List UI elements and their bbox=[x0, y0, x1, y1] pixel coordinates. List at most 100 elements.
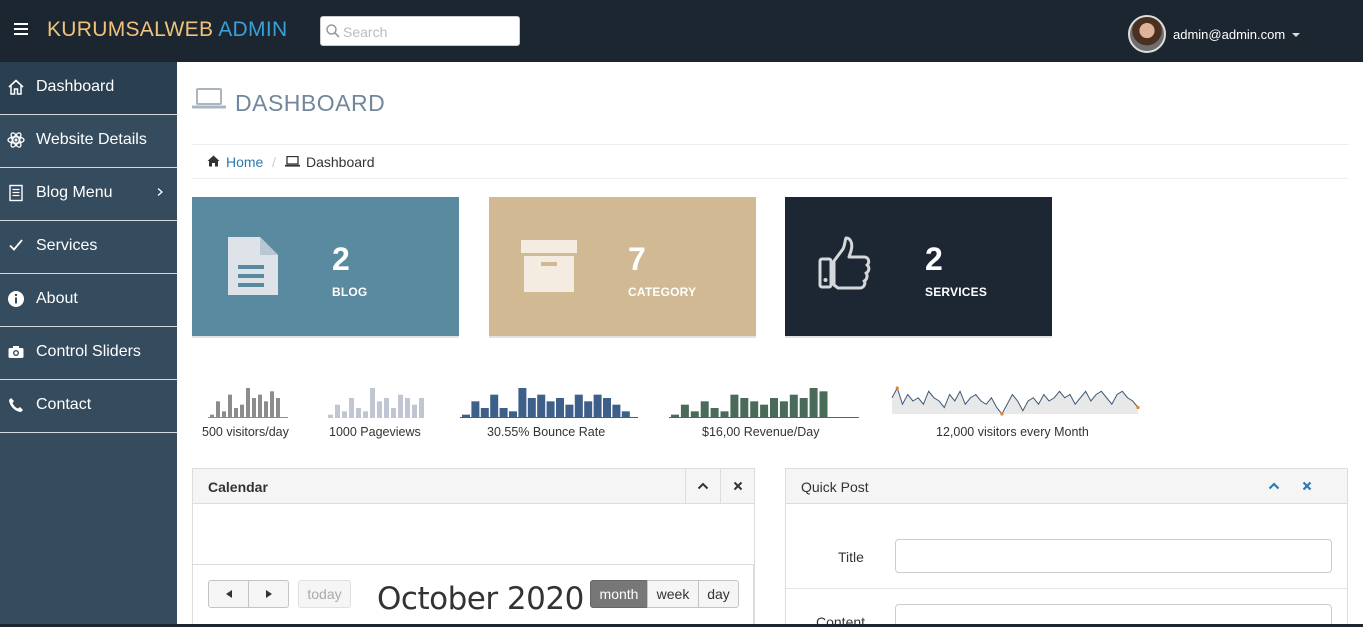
sparkline-monthly-visitors bbox=[891, 386, 1140, 416]
sparkline-bar bbox=[216, 401, 220, 418]
today-button[interactable]: today bbox=[298, 580, 351, 608]
laptop-icon bbox=[192, 88, 226, 109]
top-navbar: KURUMSALWEB ADMIN admin@admin.com bbox=[0, 0, 1363, 62]
stat-label: 1000 Pageviews bbox=[329, 425, 421, 439]
laptop-icon bbox=[285, 156, 300, 167]
sidebar-item-about[interactable]: About bbox=[0, 274, 177, 327]
info-circle-icon bbox=[8, 291, 24, 307]
sparkline-bar bbox=[228, 394, 232, 418]
search-input[interactable] bbox=[343, 22, 513, 42]
calendar-divider bbox=[193, 564, 754, 565]
sidebar-item-label: Dashboard bbox=[36, 78, 115, 95]
sparkline-bar bbox=[356, 408, 361, 418]
collapse-button[interactable] bbox=[685, 469, 720, 503]
sparkline-point bbox=[1136, 405, 1140, 410]
triangle-right-icon bbox=[265, 590, 272, 598]
title-label: Title bbox=[838, 549, 864, 565]
camera-icon bbox=[8, 346, 24, 358]
sparkline-bar bbox=[240, 404, 244, 418]
close-button[interactable] bbox=[720, 469, 755, 503]
chevron-right-icon bbox=[157, 188, 163, 196]
sparkline-bar bbox=[276, 398, 280, 418]
sparkline-bounce-rate bbox=[460, 388, 638, 418]
page-title-text: DASHBOARD bbox=[235, 90, 386, 116]
sparkline-point bbox=[895, 386, 899, 390]
stat-tile-blog[interactable]: 2 BLOG bbox=[192, 197, 459, 338]
tile-label: CATEGORY bbox=[628, 285, 697, 299]
sparkline-bar bbox=[584, 401, 593, 418]
brand-suffix: ADMIN bbox=[218, 18, 288, 41]
sparkline-bar bbox=[740, 398, 749, 418]
sparkline-bar bbox=[556, 398, 564, 418]
sparkline-bar bbox=[603, 398, 611, 418]
sidebar-item-website-details[interactable]: Website Details bbox=[0, 115, 177, 168]
sparkline-bar bbox=[499, 408, 508, 418]
document-icon bbox=[9, 184, 23, 202]
sparkline-bar bbox=[342, 411, 347, 418]
sparkline-bar bbox=[819, 391, 828, 418]
sidebar-item-blog-menu[interactable]: Blog Menu bbox=[0, 168, 177, 221]
search-icon bbox=[326, 24, 340, 38]
calendar-month-title: October 2020 bbox=[377, 581, 584, 617]
next-month-button[interactable] bbox=[248, 580, 289, 608]
sparkline-bar bbox=[370, 388, 375, 418]
menu-toggle-icon[interactable] bbox=[14, 23, 28, 37]
sparkline-bar bbox=[335, 404, 340, 418]
chevron-up-icon bbox=[1268, 482, 1280, 490]
view-week-button[interactable]: week bbox=[647, 580, 699, 608]
tile-count: 2 bbox=[925, 241, 943, 277]
sparkline-bar bbox=[565, 404, 574, 418]
sparkline-bar bbox=[518, 388, 527, 418]
sparkline-revenue bbox=[669, 388, 859, 418]
stat-tile-services[interactable]: 2 SERVICES bbox=[785, 197, 1052, 338]
sparkline-bar bbox=[789, 394, 798, 418]
sidebar-item-label: Contact bbox=[36, 396, 92, 413]
sparkline-bar bbox=[809, 388, 818, 418]
sparkline-bar bbox=[471, 401, 480, 418]
title-input[interactable] bbox=[895, 539, 1332, 573]
sidebar-item-label: Services bbox=[36, 237, 98, 254]
chevron-up-icon bbox=[697, 482, 709, 490]
sparkline-bar bbox=[593, 394, 602, 418]
view-month-button[interactable]: month bbox=[590, 580, 648, 608]
sidebar-item-label: Website Details bbox=[36, 131, 147, 148]
sparkline-bar bbox=[779, 401, 788, 418]
sparkline-bar bbox=[700, 401, 709, 418]
close-icon bbox=[733, 481, 743, 491]
view-day-button[interactable]: day bbox=[698, 580, 739, 608]
sidebar-item-dashboard[interactable]: Dashboard bbox=[0, 62, 177, 115]
sparkline-bar bbox=[537, 394, 546, 418]
avatar[interactable] bbox=[1128, 15, 1166, 53]
sparkline-bar bbox=[246, 388, 250, 418]
breadcrumb-home-link[interactable]: Home bbox=[226, 154, 263, 170]
sidebar-item-control-sliders[interactable]: Control Sliders bbox=[0, 327, 177, 380]
calendar-panel: Calendar today October 2020 month week d… bbox=[192, 468, 755, 627]
sparkline-bar bbox=[546, 401, 555, 418]
sparkline-bar bbox=[234, 408, 238, 418]
sidebar: Dashboard Website Details Blog Menu Serv… bbox=[0, 62, 177, 627]
atom-icon bbox=[7, 132, 25, 148]
panel-title: Quick Post bbox=[801, 479, 869, 495]
calendar-frame-left bbox=[192, 564, 193, 627]
home-icon bbox=[207, 155, 220, 167]
sparkline-bar bbox=[405, 398, 410, 418]
form-divider bbox=[786, 588, 1347, 589]
panel-title: Calendar bbox=[208, 479, 268, 495]
stat-label: 30.55% Bounce Rate bbox=[487, 425, 606, 439]
sparkline-bar bbox=[527, 398, 536, 418]
sparkline-bar bbox=[760, 404, 769, 418]
sidebar-item-services[interactable]: Services bbox=[0, 221, 177, 274]
stat-tile-category[interactable]: 7 CATEGORY bbox=[489, 197, 756, 338]
file-text-icon bbox=[228, 237, 278, 295]
close-button[interactable] bbox=[1290, 469, 1325, 503]
breadcrumb-current: Dashboard bbox=[306, 154, 375, 170]
search-box bbox=[320, 16, 520, 46]
sidebar-item-label: Blog Menu bbox=[36, 184, 113, 201]
collapse-button[interactable] bbox=[1257, 469, 1292, 503]
sidebar-item-contact[interactable]: Contact bbox=[0, 380, 177, 433]
tile-count: 7 bbox=[628, 241, 646, 277]
brand-logo[interactable]: KURUMSALWEB ADMIN bbox=[47, 18, 287, 42]
prev-month-button[interactable] bbox=[208, 580, 249, 608]
sidebar-item-label: About bbox=[36, 290, 78, 307]
sparkline-bar bbox=[258, 394, 262, 418]
